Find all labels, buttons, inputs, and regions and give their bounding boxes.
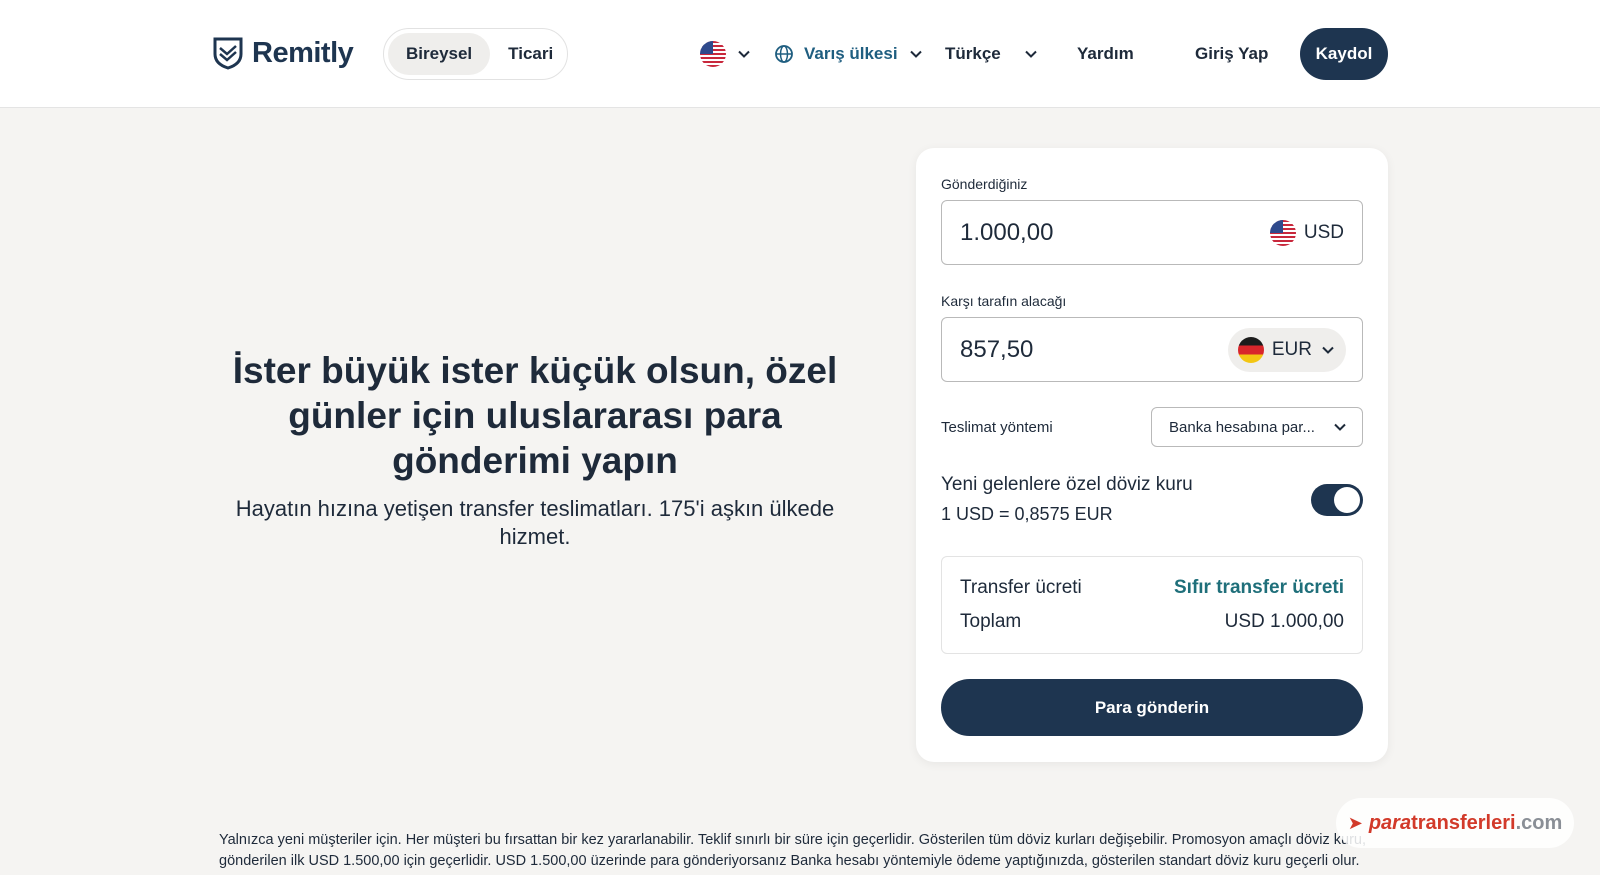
chevron-down-icon [1025,50,1037,58]
delivery-method-label: Teslimat yöntemi [941,419,1053,436]
receive-amount-input[interactable] [960,335,1228,364]
chevron-down-icon [1322,346,1334,354]
watermark-part-1: para [1368,811,1412,834]
fee-row: Transfer ücreti Sıfır transfer ücreti [960,577,1344,599]
receive-amount-field: EUR [941,317,1363,382]
us-flag-icon [700,41,726,67]
delivery-method-row: Teslimat yöntemi Banka hesabına par... [941,407,1363,449]
segment-ticari[interactable]: Ticari [490,33,571,75]
send-currency-code: USD [1303,221,1344,243]
total-label: Toplam [960,611,1022,632]
hero-title: İster büyük ister küçük olsun, özel günl… [232,350,838,481]
total-value: USD 1.000,00 [1224,611,1344,632]
us-flag-icon [1269,219,1296,246]
promo-disclaimer: Yalnızca yeni müşteriler için. Her müşte… [219,832,1367,869]
receive-currency-code: EUR [1271,338,1312,360]
watermark-text: paratransferleri.com [1369,812,1562,835]
segment-bireysel[interactable]: Bireysel [388,33,491,75]
promo-rate-toggle[interactable] [1311,484,1363,516]
watermark-part-2: transferleri [1411,811,1516,834]
fee-label: Transfer ücreti [960,577,1082,598]
exchange-rate-value: 1 USD = 0,8575 EUR [941,504,1113,524]
fee-summary-box: Transfer ücreti Sıfır transfer ücreti To… [941,556,1363,654]
help-link[interactable]: Yardım [1077,38,1134,70]
destination-country-selector[interactable]: Varış ülkesi [774,38,924,70]
send-currency: USD [1269,219,1344,246]
site-watermark: ➤ paratransferleri.com [1336,798,1574,848]
hero-subtitle: Hayatın hızına yetişen transfer teslimat… [235,496,835,549]
play-arrow-icon: ➤ [1347,812,1363,833]
delivery-method-select[interactable]: Banka hesabına par... [1151,407,1363,447]
chevron-down-icon [1334,423,1346,431]
send-money-button[interactable]: Para gönderin [941,679,1363,736]
login-link[interactable]: Giriş Yap [1195,38,1268,70]
delivery-method-value: Banka hesabına par... [1169,418,1315,436]
language-selector[interactable]: Türkçe [945,38,1039,70]
remitly-logo[interactable]: Remitly [212,36,354,70]
chevron-down-icon [738,50,750,58]
receive-currency-selector[interactable]: EUR [1227,327,1346,372]
chevron-down-icon [909,50,922,58]
send-amount-label: Gönderdiğiniz [941,176,1028,192]
promo-rate-title: Yeni gelenlere özel döviz kuru [941,474,1193,495]
transfer-calculator-card: Gönderdiğiniz USD Karşı tarafın alacağı … [916,148,1388,762]
remitly-logo-icon [213,37,243,70]
language-label: Türkçe [945,44,1001,63]
promo-rate-block: Yeni gelenlere özel döviz kuru 1 USD = 0… [941,474,1363,534]
destination-label: Varış ülkesi [804,44,898,63]
send-amount-input[interactable] [960,218,1270,247]
watermark-part-3: .com [1515,811,1563,834]
globe-icon [775,45,793,63]
total-row: Toplam USD 1.000,00 [960,611,1344,633]
sending-country-selector[interactable] [700,38,752,70]
customer-type-switch: Bireysel Ticari [383,28,568,80]
send-amount-field: USD [941,200,1363,265]
top-navigation-bar: Remitly Bireysel Ticari Varış ülkesi Tür… [0,0,1600,108]
fee-value: Sıfır transfer ücreti [1174,577,1344,598]
de-flag-icon [1237,336,1264,363]
receive-amount-label: Karşı tarafın alacağı [941,293,1067,309]
logo-text: Remitly [252,36,354,69]
signup-button[interactable]: Kaydol [1300,28,1388,80]
